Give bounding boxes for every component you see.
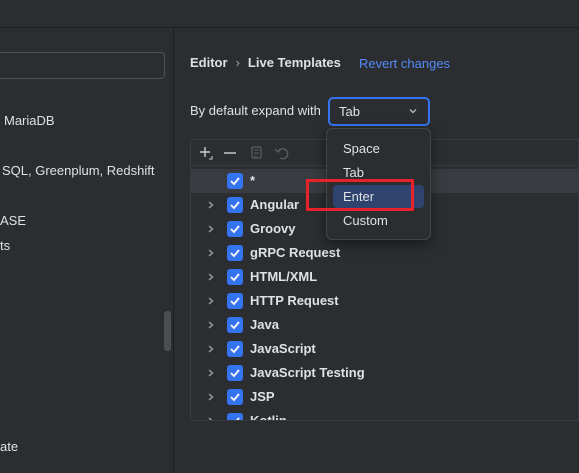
tree-row-label: gRPC Request xyxy=(250,245,341,260)
breadcrumb-live-templates: Live Templates xyxy=(247,55,341,70)
sidebar-item-ts[interactable]: ts xyxy=(0,238,10,253)
checkbox[interactable] xyxy=(227,197,243,213)
tree-row-label: Angular xyxy=(250,197,300,212)
check-icon xyxy=(236,417,240,420)
checkbox[interactable] xyxy=(227,173,243,189)
chevron-right-icon[interactable] xyxy=(205,199,217,211)
tree-row-label: HTTP Request xyxy=(250,293,339,308)
option-label: Space xyxy=(343,141,380,156)
expand-with-label: By default expand with xyxy=(190,103,321,118)
tree-row-label: Groovy xyxy=(250,221,296,236)
tree-row[interactable]: JavaScript xyxy=(191,337,578,361)
tree-row-label: JSP xyxy=(250,389,275,404)
chevron-right-icon[interactable] xyxy=(205,391,217,403)
option-space[interactable]: Space xyxy=(333,137,424,160)
tree-row[interactable]: HTML/XML xyxy=(191,265,578,289)
tree-row-label: JavaScript xyxy=(250,341,316,356)
tree-row-label: * xyxy=(250,173,256,188)
check-icon xyxy=(230,177,240,186)
chevron-right-icon[interactable] xyxy=(205,295,217,307)
tree-row[interactable]: Java xyxy=(191,313,578,337)
check-icon xyxy=(230,201,240,210)
expand-with-value: Tab xyxy=(339,104,360,119)
tree-row[interactable]: gRPC Request xyxy=(191,241,578,265)
add-icon[interactable] xyxy=(197,144,215,162)
undo-icon xyxy=(274,148,289,160)
copy-icon xyxy=(251,146,262,159)
remove-icon[interactable] xyxy=(221,144,239,162)
chevron-right-icon[interactable] xyxy=(205,367,217,379)
breadcrumb-separator-icon: › xyxy=(235,55,240,70)
chevron-right-icon[interactable] xyxy=(205,247,217,259)
sidebar-scrollbar[interactable] xyxy=(164,311,171,351)
option-custom[interactable]: Custom xyxy=(333,209,424,232)
chevron-right-icon[interactable] xyxy=(205,223,217,235)
tree-row-label: HTML/XML xyxy=(250,269,318,284)
tree-row[interactable]: JSP xyxy=(191,385,578,409)
checkbox[interactable] xyxy=(227,389,243,405)
option-label: Custom xyxy=(343,213,388,228)
check-icon xyxy=(230,321,240,330)
check-icon xyxy=(230,393,240,402)
checkbox[interactable] xyxy=(227,413,243,420)
checkbox[interactable] xyxy=(227,269,243,285)
tree-row-label: Kotlin xyxy=(250,413,287,421)
check-icon xyxy=(230,225,240,234)
breadcrumb: Editor › Live Templates xyxy=(190,55,341,70)
checkbox[interactable] xyxy=(227,293,243,309)
chevron-right-icon[interactable] xyxy=(205,415,217,421)
live-templates-panel: Editor › Live Templates Revert changes By … xyxy=(175,28,579,473)
window-top-bar xyxy=(0,0,579,28)
breadcrumb-editor: Editor xyxy=(190,55,228,70)
tree-row[interactable]: Kotlin xyxy=(191,409,578,421)
settings-sidebar: MariaDB SQL, Greenplum, Redshift ASE ts … xyxy=(0,28,174,473)
sidebar-search-input[interactable] xyxy=(0,52,165,79)
checkbox[interactable] xyxy=(227,365,243,381)
checkbox[interactable] xyxy=(227,317,243,333)
tree-row-label: Java xyxy=(250,317,279,332)
highlight-annotation xyxy=(306,179,414,211)
tree-row[interactable]: HTTP Request xyxy=(191,289,578,313)
chevron-down-icon xyxy=(409,109,417,114)
chevron-right-icon[interactable] xyxy=(205,271,217,283)
sidebar-item-mariadb[interactable]: MariaDB xyxy=(4,113,55,128)
check-icon xyxy=(230,249,240,258)
expand-with-select[interactable]: Tab xyxy=(328,97,430,126)
check-icon xyxy=(230,273,240,282)
check-icon xyxy=(230,345,240,354)
checkbox[interactable] xyxy=(227,245,243,261)
checkbox[interactable] xyxy=(227,341,243,357)
sidebar-item-ate[interactable]: ate xyxy=(0,439,18,454)
sidebar-item-ase[interactable]: ASE xyxy=(0,213,26,228)
check-icon xyxy=(230,297,240,306)
sidebar-item-sql-greenplum[interactable]: SQL, Greenplum, Redshift xyxy=(2,163,154,178)
check-icon xyxy=(230,369,240,378)
chevron-right-icon[interactable] xyxy=(205,319,217,331)
option-label: Tab xyxy=(343,165,364,180)
tree-row-label: JavaScript Testing xyxy=(250,365,365,380)
tree-row[interactable]: JavaScript Testing xyxy=(191,361,578,385)
revert-changes-link[interactable]: Revert changes xyxy=(359,56,450,71)
chevron-right-icon[interactable] xyxy=(205,343,217,355)
checkbox[interactable] xyxy=(227,221,243,237)
